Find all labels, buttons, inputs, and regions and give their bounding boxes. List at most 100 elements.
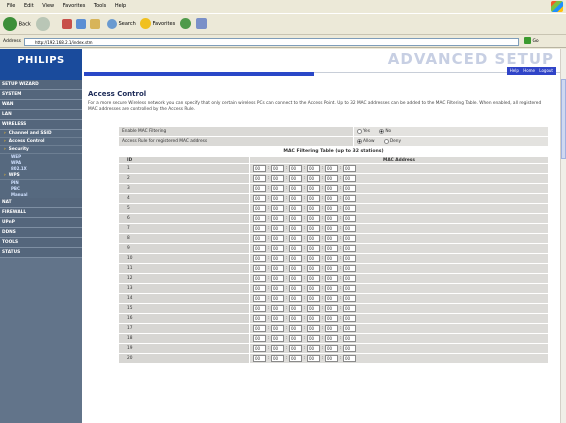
mac-octet-input[interactable]: 00 xyxy=(289,345,302,352)
mac-octet-input[interactable]: 00 xyxy=(325,265,338,272)
mac-octet-input[interactable]: 00 xyxy=(343,195,356,202)
mac-octet-input[interactable]: 00 xyxy=(343,235,356,242)
mac-octet-input[interactable]: 00 xyxy=(307,355,320,362)
mac-octet-input[interactable]: 00 xyxy=(325,175,338,182)
mac-octet-input[interactable]: 00 xyxy=(289,255,302,262)
mac-octet-input[interactable]: 00 xyxy=(289,235,302,242)
mac-octet-input[interactable]: 00 xyxy=(253,295,266,302)
mac-octet-input[interactable]: 00 xyxy=(343,335,356,342)
mac-octet-input[interactable]: 00 xyxy=(253,245,266,252)
mac-octet-input[interactable]: 00 xyxy=(325,345,338,352)
mac-octet-input[interactable]: 00 xyxy=(289,165,302,172)
mac-octet-input[interactable]: 00 xyxy=(343,175,356,182)
home-link[interactable]: Home xyxy=(523,68,535,73)
rule-deny-radio[interactable] xyxy=(383,138,389,144)
sidebar-item-channel-and-ssid[interactable]: › Channel and SSID xyxy=(0,130,82,138)
mac-octet-input[interactable]: 00 xyxy=(325,185,338,192)
menu-help[interactable]: Help xyxy=(115,3,126,9)
home-button[interactable] xyxy=(90,17,100,32)
forward-button[interactable] xyxy=(36,17,50,32)
mail-button[interactable] xyxy=(196,17,207,32)
mac-octet-input[interactable]: 00 xyxy=(289,335,302,342)
stop-button[interactable] xyxy=(62,17,72,32)
mac-octet-input[interactable]: 00 xyxy=(289,185,302,192)
mac-octet-input[interactable]: 00 xyxy=(289,245,302,252)
mac-octet-input[interactable]: 00 xyxy=(253,165,266,172)
mac-octet-input[interactable]: 00 xyxy=(271,235,284,242)
sidebar-item-nat[interactable]: NAT xyxy=(0,198,82,208)
mac-octet-input[interactable]: 00 xyxy=(289,175,302,182)
mac-octet-input[interactable]: 00 xyxy=(343,355,356,362)
sidebar-item-access-control[interactable]: › Access Control xyxy=(0,138,82,146)
mac-octet-input[interactable]: 00 xyxy=(307,245,320,252)
mac-octet-input[interactable]: 00 xyxy=(253,205,266,212)
mac-octet-input[interactable]: 00 xyxy=(343,325,356,332)
mac-octet-input[interactable]: 00 xyxy=(307,175,320,182)
mac-octet-input[interactable]: 00 xyxy=(307,235,320,242)
mac-octet-input[interactable]: 00 xyxy=(343,255,356,262)
mac-octet-input[interactable]: 00 xyxy=(325,315,338,322)
mac-octet-input[interactable]: 00 xyxy=(307,305,320,312)
mac-octet-input[interactable]: 00 xyxy=(253,225,266,232)
mac-octet-input[interactable]: 00 xyxy=(343,275,356,282)
sidebar-item-status[interactable]: STATUS xyxy=(0,248,82,258)
mac-octet-input[interactable]: 00 xyxy=(289,305,302,312)
mac-octet-input[interactable]: 00 xyxy=(325,225,338,232)
mac-octet-input[interactable]: 00 xyxy=(343,205,356,212)
mac-octet-input[interactable]: 00 xyxy=(253,285,266,292)
mac-octet-input[interactable]: 00 xyxy=(307,315,320,322)
mac-octet-input[interactable]: 00 xyxy=(289,205,302,212)
mac-octet-input[interactable]: 00 xyxy=(271,275,284,282)
mac-octet-input[interactable]: 00 xyxy=(253,265,266,272)
mac-octet-input[interactable]: 00 xyxy=(307,325,320,332)
mac-octet-input[interactable]: 00 xyxy=(253,355,266,362)
mac-octet-input[interactable]: 00 xyxy=(271,305,284,312)
mac-octet-input[interactable]: 00 xyxy=(289,315,302,322)
mac-octet-input[interactable]: 00 xyxy=(253,195,266,202)
mac-octet-input[interactable]: 00 xyxy=(253,275,266,282)
mac-octet-input[interactable]: 00 xyxy=(253,185,266,192)
mac-octet-input[interactable]: 00 xyxy=(343,315,356,322)
mac-octet-input[interactable]: 00 xyxy=(343,305,356,312)
mac-octet-input[interactable]: 00 xyxy=(325,245,338,252)
mac-octet-input[interactable]: 00 xyxy=(253,315,266,322)
mac-octet-input[interactable]: 00 xyxy=(307,345,320,352)
mac-octet-input[interactable]: 00 xyxy=(325,285,338,292)
mac-octet-input[interactable]: 00 xyxy=(307,285,320,292)
logout-link[interactable]: Logout xyxy=(539,68,553,73)
mac-octet-input[interactable]: 00 xyxy=(289,215,302,222)
vertical-scrollbar[interactable] xyxy=(560,49,566,423)
mac-octet-input[interactable]: 00 xyxy=(271,205,284,212)
menu-view[interactable]: View xyxy=(42,3,54,9)
mac-octet-input[interactable]: 00 xyxy=(271,185,284,192)
mac-octet-input[interactable]: 00 xyxy=(343,345,356,352)
mac-octet-input[interactable]: 00 xyxy=(307,165,320,172)
mac-octet-input[interactable]: 00 xyxy=(325,295,338,302)
mac-octet-input[interactable]: 00 xyxy=(271,195,284,202)
sidebar-item-wireless[interactable]: WIRELESS xyxy=(0,120,82,130)
mac-octet-input[interactable]: 00 xyxy=(289,285,302,292)
mac-octet-input[interactable]: 00 xyxy=(271,165,284,172)
sidebar-item-system[interactable]: SYSTEM xyxy=(0,90,82,100)
menu-favorites[interactable]: Favorites xyxy=(63,3,86,9)
mac-octet-input[interactable]: 00 xyxy=(343,245,356,252)
back-button[interactable]: Back xyxy=(3,17,31,32)
mac-octet-input[interactable]: 00 xyxy=(307,205,320,212)
mac-octet-input[interactable]: 00 xyxy=(271,345,284,352)
mac-octet-input[interactable]: 00 xyxy=(271,285,284,292)
mac-octet-input[interactable]: 00 xyxy=(289,195,302,202)
sidebar-item-setup-wizard[interactable]: SETUP WIZARD xyxy=(0,80,82,90)
mac-octet-input[interactable]: 00 xyxy=(289,325,302,332)
sidebar-item-lan[interactable]: LAN xyxy=(0,110,82,120)
mac-octet-input[interactable]: 00 xyxy=(271,335,284,342)
sidebar-item-upnp[interactable]: UPnP xyxy=(0,218,82,228)
go-button[interactable]: Go xyxy=(524,37,546,47)
mac-octet-input[interactable]: 00 xyxy=(271,355,284,362)
mac-octet-input[interactable]: 00 xyxy=(289,225,302,232)
mac-octet-input[interactable]: 00 xyxy=(271,295,284,302)
mac-octet-input[interactable]: 00 xyxy=(307,265,320,272)
mac-octet-input[interactable]: 00 xyxy=(253,175,266,182)
mac-octet-input[interactable]: 00 xyxy=(289,275,302,282)
mac-octet-input[interactable]: 00 xyxy=(271,265,284,272)
mac-octet-input[interactable]: 00 xyxy=(343,185,356,192)
